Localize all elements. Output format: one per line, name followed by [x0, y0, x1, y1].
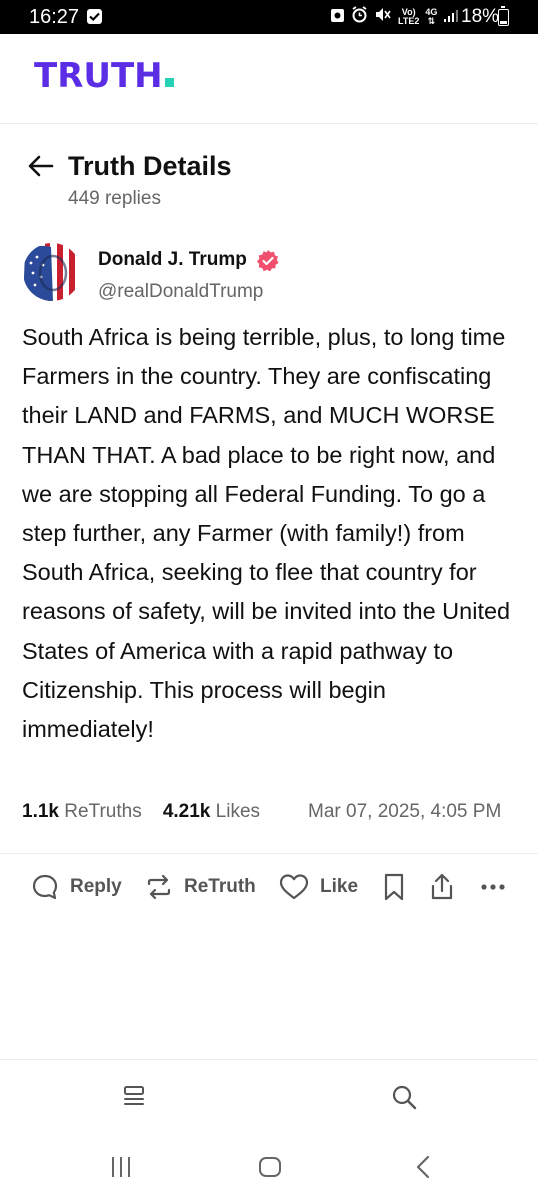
retruth-button[interactable]: ReTruth: [144, 868, 256, 906]
retruths-label: ReTruths: [64, 801, 142, 822]
page-title: Truth Details: [68, 150, 232, 181]
likes-count: 4.21k: [162, 801, 211, 822]
post-timestamp: Mar 07, 2025, 4:05 PM: [308, 801, 502, 822]
signal-icon: [443, 7, 459, 28]
truth-logo[interactable]: TRUTH: [34, 56, 174, 96]
mute-icon: [374, 6, 392, 28]
author-handle[interactable]: @realDonaldTrump: [98, 281, 263, 303]
back-arrow-icon[interactable]: [26, 151, 56, 181]
feed-icon[interactable]: [119, 1082, 149, 1112]
avatar[interactable]: [23, 243, 81, 301]
system-nav: [0, 1139, 538, 1200]
system-back-icon[interactable]: [410, 1153, 436, 1181]
recent-apps-icon[interactable]: [108, 1153, 134, 1181]
bookmark-button[interactable]: [380, 868, 408, 906]
retruths-count: 1.1k: [22, 801, 59, 822]
post-stats: 1.1k ReTruths 4.21k Likes Mar 07, 2025, …: [22, 801, 522, 823]
battery-percent: 18%: [461, 6, 500, 27]
search-icon[interactable]: [389, 1082, 419, 1112]
home-icon[interactable]: [257, 1153, 283, 1181]
status-icons: Vo) LTE2 4G ⇅: [330, 6, 459, 28]
sync-icon: [330, 6, 345, 28]
like-label: Like: [320, 876, 359, 897]
retruth-icon: [147, 874, 171, 900]
likes-stat[interactable]: 4.21k Likes: [163, 801, 260, 823]
reply-label: Reply: [70, 876, 122, 897]
author-name[interactable]: Donald J. Trump: [98, 249, 247, 271]
action-bar: Reply ReTruth Like: [30, 868, 520, 906]
title-row: Truth Details: [26, 146, 232, 186]
brand-header: TRUTH: [0, 34, 538, 124]
more-button[interactable]: [478, 868, 508, 906]
like-button[interactable]: Like: [278, 868, 358, 906]
heart-icon: [279, 874, 309, 900]
reply-count: 449 replies: [68, 188, 161, 209]
reply-icon: [32, 874, 58, 900]
network-type: 4G ⇅: [425, 7, 438, 26]
share-button[interactable]: [428, 868, 456, 906]
logo-dot: [164, 78, 174, 87]
status-time: 16:27: [29, 6, 80, 28]
likes-label: Likes: [215, 801, 261, 822]
post-text: South Africa is being terrible, plus, to…: [22, 324, 511, 743]
divider: [0, 853, 538, 854]
status-bar: 16:27 Vo) LTE2 4G ⇅ 18%: [0, 0, 538, 34]
network-indicator: Vo) LTE2: [398, 7, 420, 26]
battery-icon: [498, 6, 509, 26]
alarm-icon: [351, 6, 368, 28]
verified-badge-icon: [257, 250, 279, 272]
more-dots-icon: [481, 884, 505, 890]
checkbox-notification-icon: [87, 9, 102, 24]
bottom-nav: [0, 1059, 538, 1139]
retruth-label: ReTruth: [184, 876, 256, 897]
share-icon: [431, 873, 453, 900]
retruths-stat[interactable]: 1.1k ReTruths: [22, 801, 142, 823]
reply-button[interactable]: Reply: [30, 868, 122, 906]
bookmark-icon: [384, 873, 404, 901]
